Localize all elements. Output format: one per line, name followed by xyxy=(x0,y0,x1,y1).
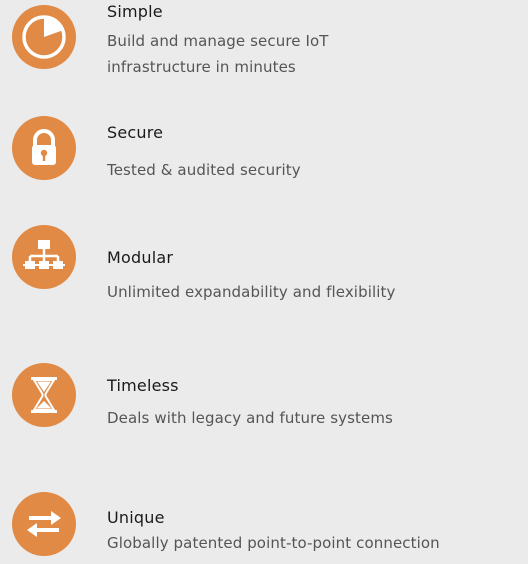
hourglass-icon xyxy=(12,363,76,427)
padlock-icon xyxy=(12,116,76,180)
feature-title: Secure xyxy=(107,123,164,142)
feature-description: Unlimited expandability and flexibility xyxy=(107,283,396,301)
feature-title: Unique xyxy=(107,508,165,527)
feature-title: Simple xyxy=(107,2,163,21)
clock-pie-icon xyxy=(12,5,76,69)
feature-description: Build and manage secure IoT infrastructu… xyxy=(107,32,329,76)
feature-description: Deals with legacy and future systems xyxy=(107,409,393,427)
exchange-arrows-icon xyxy=(12,492,76,556)
feature-title: Modular xyxy=(107,248,174,267)
feature-list: Simple Build and manage secure IoT infra… xyxy=(0,0,528,564)
feature-description: Globally patented point-to-point connect… xyxy=(107,534,440,552)
hierarchy-network-icon xyxy=(12,225,76,289)
feature-description: Tested & audited security xyxy=(107,161,301,179)
feature-title: Timeless xyxy=(107,376,179,395)
